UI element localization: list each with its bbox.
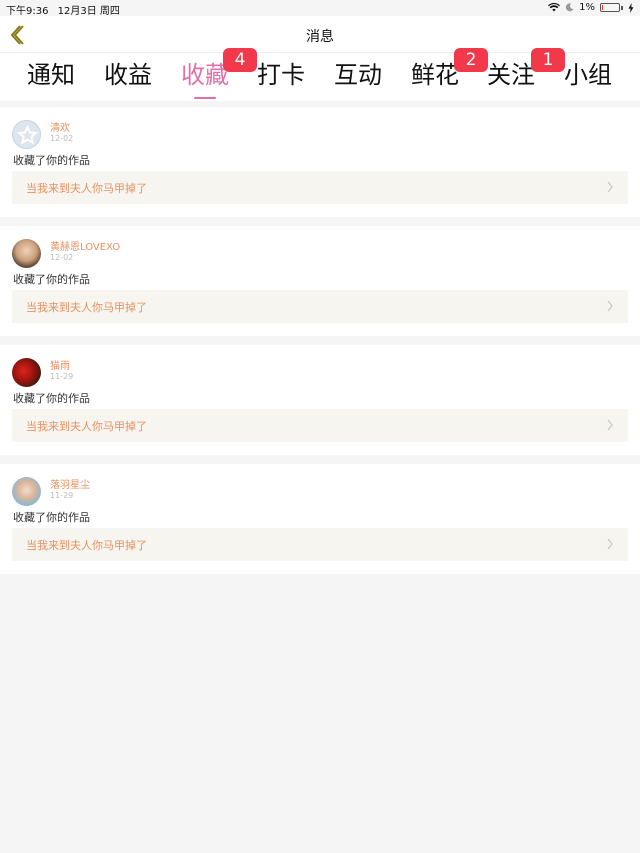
tab-interaction[interactable]: 互动 xyxy=(328,57,388,93)
status-time-date: 下午9:36 12月3日 周四 xyxy=(6,2,120,17)
battery-cap xyxy=(621,5,623,10)
tab-flowers[interactable]: 鲜花 2 xyxy=(405,48,488,93)
charging-bolt-icon xyxy=(628,2,634,13)
active-tab-underline xyxy=(194,97,216,99)
tab-label: 互动 xyxy=(334,61,382,89)
user-name[interactable]: 猫雨 xyxy=(50,357,70,372)
tab-bar: 通知 收益 收藏 4 打卡 互动 鲜花 2 关注 1 小组 xyxy=(0,48,640,101)
tab-label: 通知 xyxy=(27,61,75,89)
tab-label: 小组 xyxy=(564,61,612,89)
tab-label: 鲜花 xyxy=(411,61,459,89)
work-title: 当我来到夫人你马甲掉了 xyxy=(26,420,147,433)
battery-percent: 1% xyxy=(579,2,595,13)
user-name[interactable]: 黄赫恩LOVEXO xyxy=(50,238,120,253)
timestamp: 12-02 xyxy=(50,134,74,143)
chevron-right-icon xyxy=(607,181,613,193)
tab-checkin[interactable]: 打卡 xyxy=(251,57,311,93)
action-text: 收藏了你的作品 xyxy=(13,273,90,286)
avatar[interactable] xyxy=(12,239,41,268)
tab-label: 收藏 xyxy=(181,61,229,89)
action-text: 收藏了你的作品 xyxy=(13,511,90,524)
work-link[interactable]: 当我来到夫人你马甲掉了 xyxy=(12,528,628,561)
tab-notify[interactable]: 通知 xyxy=(21,57,81,93)
notification-item: 猫雨 11-29 收藏了你的作品 当我来到夫人你马甲掉了 xyxy=(0,345,640,455)
tab-earnings[interactable]: 收益 xyxy=(98,57,158,93)
battery-icon xyxy=(600,3,620,12)
tab-favorites[interactable]: 收藏 4 xyxy=(175,48,257,99)
timestamp: 11-29 xyxy=(50,491,74,500)
work-link[interactable]: 当我来到夫人你马甲掉了 xyxy=(12,409,628,442)
user-name[interactable]: 落羽星尘 xyxy=(50,476,90,491)
tab-label: 收益 xyxy=(104,61,152,89)
avatar[interactable] xyxy=(12,120,41,149)
work-title: 当我来到夫人你马甲掉了 xyxy=(26,182,147,195)
tab-label: 关注 xyxy=(487,61,535,89)
wifi-icon xyxy=(548,3,561,12)
timestamp: 11-29 xyxy=(50,372,74,381)
status-indicators: 1% xyxy=(548,2,634,13)
user-name[interactable]: 清欢 xyxy=(50,119,70,134)
tab-group[interactable]: 小组 xyxy=(558,57,618,93)
work-link[interactable]: 当我来到夫人你马甲掉了 xyxy=(12,171,628,204)
chevron-right-icon xyxy=(607,300,613,312)
avatar[interactable] xyxy=(12,477,41,506)
notification-item: 落羽星尘 11-29 收藏了你的作品 当我来到夫人你马甲掉了 xyxy=(0,464,640,574)
notification-item: 清欢 12-02 收藏了你的作品 当我来到夫人你马甲掉了 xyxy=(0,107,640,217)
tab-follow[interactable]: 关注 1 xyxy=(481,48,565,93)
timestamp: 12-02 xyxy=(50,253,74,262)
status-bar: 下午9:36 12月3日 周四 1% xyxy=(0,0,640,17)
avatar[interactable] xyxy=(12,358,41,387)
moon-icon xyxy=(565,3,574,12)
chevron-right-icon xyxy=(607,538,613,550)
star-icon xyxy=(16,124,39,145)
action-text: 收藏了你的作品 xyxy=(13,154,90,167)
work-link[interactable]: 当我来到夫人你马甲掉了 xyxy=(12,290,628,323)
notification-item: 黄赫恩LOVEXO 12-02 收藏了你的作品 当我来到夫人你马甲掉了 xyxy=(0,226,640,336)
chevron-right-icon xyxy=(607,419,613,431)
action-text: 收藏了你的作品 xyxy=(13,392,90,405)
tab-label: 打卡 xyxy=(257,61,305,89)
page-title: 消息 xyxy=(306,29,334,45)
work-title: 当我来到夫人你马甲掉了 xyxy=(26,301,147,314)
work-title: 当我来到夫人你马甲掉了 xyxy=(26,539,147,552)
